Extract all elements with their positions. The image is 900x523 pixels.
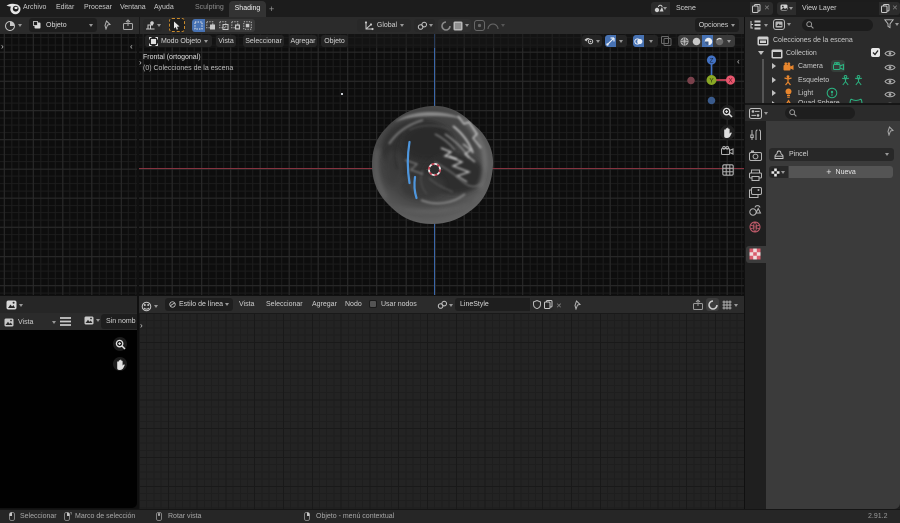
svg-text:Y: Y <box>709 78 714 85</box>
svg-text:Z: Z <box>710 57 714 64</box>
svg-text:X: X <box>728 77 733 84</box>
